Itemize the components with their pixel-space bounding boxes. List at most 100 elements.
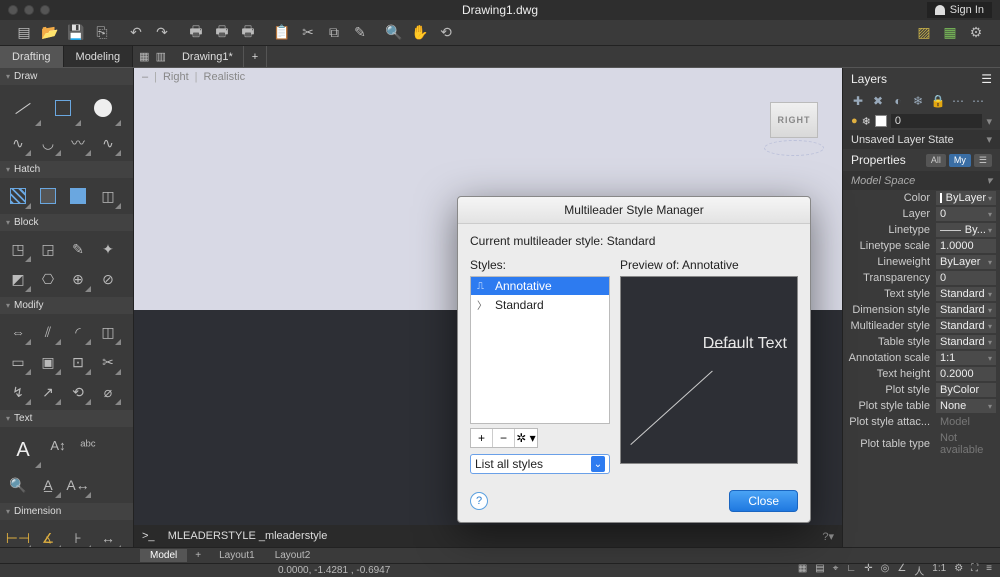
layer-color-swatch[interactable] xyxy=(875,115,887,127)
section-modify[interactable]: Modify xyxy=(0,297,133,314)
section-hatch[interactable]: Hatch xyxy=(0,161,133,178)
prop-value[interactable]: 0 xyxy=(936,207,996,221)
status-model-icon[interactable]: ▦ xyxy=(798,563,807,577)
section-block[interactable]: Block xyxy=(0,214,133,231)
new-icon[interactable]: ▤ xyxy=(16,25,32,41)
tab-modeling[interactable]: Modeling xyxy=(64,46,134,67)
drawing-canvas[interactable]: – | Right | Realistic RIGHT >_ MLEADERST… xyxy=(134,68,842,547)
edit-block-tool[interactable]: ✎ xyxy=(64,235,92,263)
style-item-standard[interactable]: 〉 Standard xyxy=(471,295,609,314)
prop-value[interactable]: Standard xyxy=(936,319,996,333)
section-draw[interactable]: Draw xyxy=(0,68,133,85)
prop-value[interactable]: ByColor xyxy=(936,383,996,397)
sign-in-button[interactable]: Sign In xyxy=(927,2,992,18)
dialog-help-button[interactable]: ? xyxy=(470,492,488,510)
prop-value[interactable]: 0 xyxy=(936,271,996,285)
trim-tool[interactable]: ◫ xyxy=(94,318,122,346)
prop-value[interactable]: ByLayer xyxy=(936,191,996,205)
txt5-tool[interactable]: A̲ xyxy=(34,471,62,499)
zoom-window-icon[interactable] xyxy=(40,5,50,15)
remove-style-button[interactable]: − xyxy=(493,429,515,447)
status-menu-icon[interactable]: ≡ xyxy=(986,563,992,577)
layer-state-select[interactable]: Unsaved Layer State▾ xyxy=(843,130,1000,149)
tab-drafting[interactable]: Drafting xyxy=(0,46,64,67)
fillet-tool[interactable]: ◜ xyxy=(64,318,92,346)
undo-icon[interactable]: ↶ xyxy=(128,25,144,41)
spline-tool[interactable]: 〰 xyxy=(64,129,92,157)
layer-on-icon[interactable]: ◐ xyxy=(891,94,905,108)
region-tool[interactable]: ◫ xyxy=(94,182,122,210)
dim4-tool[interactable]: ↔ xyxy=(94,524,122,547)
tab-model[interactable]: Model xyxy=(140,549,187,562)
batch-plot-icon[interactable]: 🖶 xyxy=(240,25,256,41)
wave-tool[interactable]: ∿ xyxy=(94,129,122,157)
dim-angular-tool[interactable]: ∡ xyxy=(34,524,62,547)
blk8-tool[interactable]: ⊘ xyxy=(94,265,122,293)
open-icon[interactable]: 📂 xyxy=(42,25,58,41)
prop-value[interactable]: Standard xyxy=(936,303,996,317)
layer-more2-icon[interactable]: ⋯ xyxy=(971,94,985,108)
spell-tool[interactable]: ᵃᵇᶜ xyxy=(74,431,102,459)
cut-icon[interactable]: ✂ xyxy=(300,25,316,41)
mtext-tool[interactable]: A xyxy=(4,431,42,469)
render-icon[interactable]: ▨ xyxy=(916,25,932,41)
status-ortho-icon[interactable]: ∟ xyxy=(846,563,856,577)
style-options-button[interactable]: ✲ ▾ xyxy=(515,429,537,447)
mod5-tool[interactable]: ▭ xyxy=(4,348,32,376)
boundary-tool[interactable] xyxy=(64,182,92,210)
add-style-button[interactable]: + xyxy=(471,429,493,447)
properties-pill-my[interactable]: My xyxy=(949,154,971,167)
close-window-icon[interactable] xyxy=(8,5,18,15)
add-layout-button[interactable]: + xyxy=(187,550,209,561)
status-gear-icon[interactable]: ⚙ xyxy=(954,563,963,577)
mod12-tool[interactable]: ⌀ xyxy=(94,378,122,406)
properties-menu-icon[interactable]: ☰ xyxy=(974,154,992,167)
prop-value[interactable]: None xyxy=(936,399,996,413)
prop-value[interactable]: ByLayer xyxy=(936,255,996,269)
file-tab-drawing1[interactable]: Drawing1* xyxy=(172,46,244,67)
tab-grid2-icon[interactable]: ▥ xyxy=(156,50,166,63)
tab-layout1[interactable]: Layout1 xyxy=(209,549,265,562)
new-file-tab-button[interactable]: + xyxy=(244,46,267,67)
arc-tool[interactable]: ◡ xyxy=(34,129,62,157)
plot-icon[interactable]: 🖶 xyxy=(188,25,204,41)
export-icon[interactable]: ▦ xyxy=(942,25,958,41)
paste-icon[interactable]: 📋 xyxy=(274,25,290,41)
orbit-icon[interactable]: ⟲ xyxy=(438,25,454,41)
style-filter-select[interactable]: List all styles ⌄ xyxy=(470,454,610,474)
mod7-tool[interactable]: ⊡ xyxy=(64,348,92,376)
text-style-tool[interactable]: A↕ xyxy=(44,431,72,459)
prop-value[interactable]: Standard xyxy=(936,287,996,301)
mod10-tool[interactable]: ↗ xyxy=(34,378,62,406)
status-osnap-icon[interactable]: ◎ xyxy=(881,563,890,577)
prop-value[interactable]: By... xyxy=(936,223,996,237)
match-icon[interactable]: ✎ xyxy=(352,25,368,41)
style-item-annotative[interactable]: ⎍ Annotative xyxy=(471,277,609,295)
gradient-tool[interactable] xyxy=(34,182,62,210)
blk4-tool[interactable]: ✦ xyxy=(94,235,122,263)
save-icon[interactable]: 💾 xyxy=(68,25,84,41)
dim-linear-tool[interactable]: ⊢⊣ xyxy=(4,524,32,547)
status-grid-icon[interactable]: ▤ xyxy=(815,563,824,577)
copy-icon[interactable]: ⧉ xyxy=(326,25,342,41)
mod9-tool[interactable]: ↯ xyxy=(4,378,32,406)
layer-lock-icon[interactable]: 🔒 xyxy=(931,94,945,108)
blk6-tool[interactable]: ⎔ xyxy=(34,265,62,293)
pan-icon[interactable]: ✋ xyxy=(412,25,428,41)
layer-visibility-icon[interactable]: ● xyxy=(851,115,858,127)
circle-tool[interactable] xyxy=(84,89,122,127)
mod6-tool[interactable]: ▣ xyxy=(34,348,62,376)
layer-more-icon[interactable]: ⋯ xyxy=(951,94,965,108)
current-layer-row[interactable]: ● ❄ 0 ▾ xyxy=(843,112,1000,130)
section-dimension[interactable]: Dimension xyxy=(0,503,133,520)
layers-menu-icon[interactable]: ☰ xyxy=(981,72,992,86)
prop-value[interactable]: 0.2000 xyxy=(936,367,996,381)
zoom-icon[interactable]: 🔍 xyxy=(386,25,402,41)
offset-tool[interactable]: ⫽ xyxy=(34,318,62,346)
selection-name[interactable]: Model Space▾ xyxy=(843,171,1000,190)
layer-name-field[interactable]: 0 xyxy=(891,114,983,128)
prop-value[interactable]: 1:1 xyxy=(936,351,996,365)
dim3-tool[interactable]: ⊦ xyxy=(64,524,92,547)
pline-tool[interactable]: ∿ xyxy=(4,129,32,157)
line-tool[interactable] xyxy=(4,89,42,127)
